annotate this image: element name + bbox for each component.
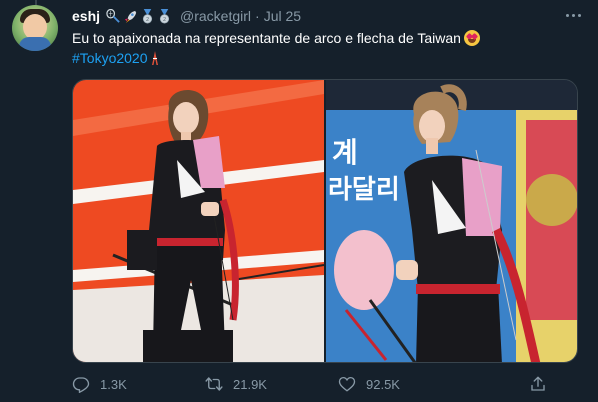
badminton-racket-icon [106,8,120,23]
svg-text:2: 2 [146,17,150,23]
share-button[interactable] [487,374,547,394]
tweet-timestamp[interactable]: Jul 25 [264,8,301,24]
tweet-media-grid: 계 라달리 [72,79,578,363]
banner-text-line-2: 라달리 [328,175,400,205]
avatar[interactable] [12,5,58,51]
media-photo-right[interactable]: 계 라달리 [326,80,577,362]
svg-text:2: 2 [163,17,167,23]
like-count: 92.5K [366,376,400,392]
more-options-icon[interactable] [562,5,584,25]
tweet-body: Eu to apaixonada na representante de arc… [72,30,461,46]
silver-medal-icon: 2 [142,8,153,23]
tweet-text: Eu to apaixonada na representante de arc… [72,28,572,68]
rocket-icon [124,10,137,23]
separator-dot: · [255,8,260,24]
retweet-icon [205,377,223,391]
archer-photo-left [73,80,324,362]
banner-text-line-1: 계 [332,136,358,169]
like-button[interactable]: 92.5K [338,374,471,394]
heart-eyes-emoji-icon [463,30,480,46]
silver-medal-icon: 2 [159,8,170,23]
archer-photo-right: 계 라달리 [326,80,577,362]
reply-icon [72,377,90,393]
media-photo-left[interactable] [73,80,324,362]
hashtag-link[interactable]: #Tokyo2020 [72,50,148,66]
author-name[interactable]: eshj [72,8,100,24]
tweet-header: eshj 2 2 @racketgirl · Jul 25 [72,6,301,26]
author-handle[interactable]: @racketgirl [180,8,251,24]
reply-count: 1.3K [100,376,127,392]
share-icon [531,376,545,391]
retweet-button[interactable]: 21.9K [205,374,338,394]
avatar-body [19,37,51,51]
tweet[interactable]: eshj 2 2 @racketgirl · Jul 25 Eu to apai… [0,0,598,402]
tweet-actions: 1.3K 21.9K 92.5K [72,374,578,394]
reply-button[interactable]: 1.3K [72,374,205,394]
heart-icon [338,376,356,392]
tokyo-tower-icon [151,51,158,65]
retweet-count: 21.9K [233,376,267,392]
name-badges: 2 2 [106,8,172,24]
